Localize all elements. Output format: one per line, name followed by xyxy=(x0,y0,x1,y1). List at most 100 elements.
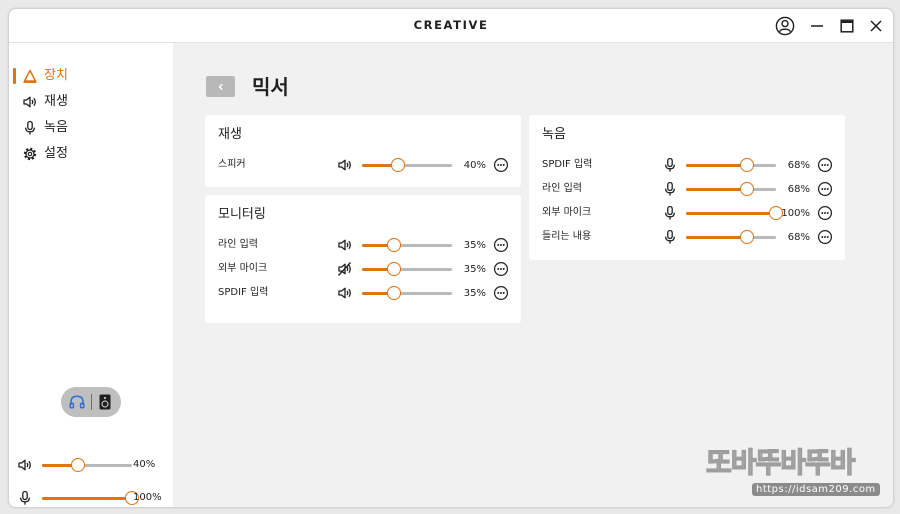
speaker-icon xyxy=(23,96,36,108)
mixer-row-what-u-hear: 들리는 내용 68% xyxy=(529,227,845,247)
microphone-icon xyxy=(24,120,36,135)
more-options-icon[interactable] xyxy=(493,157,509,173)
close-button[interactable] xyxy=(862,12,890,40)
external-mic-monitor-slider[interactable] xyxy=(362,262,452,276)
channel-label: SPDIF 입력 xyxy=(542,159,593,170)
microphone-icon xyxy=(19,490,31,505)
active-indicator xyxy=(13,68,16,84)
watermark: 또바뚜바뚜바 https://idsam209.com xyxy=(705,445,886,502)
page-title: 믹서 xyxy=(252,75,289,99)
microphone-icon[interactable] xyxy=(662,181,678,197)
more-options-icon[interactable] xyxy=(493,237,509,253)
master-mic-slider[interactable] xyxy=(42,491,139,505)
spdif-monitor-slider[interactable] xyxy=(362,286,452,300)
channel-label: 외부 마이크 xyxy=(542,207,592,218)
master-volume-value: 40% xyxy=(133,459,156,470)
channel-label: SPDIF 입력 xyxy=(218,287,269,298)
mixer-row-rec-spdif: SPDIF 입력 68% xyxy=(529,155,845,175)
speaker-slider[interactable] xyxy=(362,158,452,172)
maximize-icon xyxy=(840,19,854,33)
rec-spdif-slider[interactable] xyxy=(686,158,776,172)
mixer-row-rec-external-mic: 외부 마이크 100% xyxy=(529,203,845,223)
minimize-button[interactable] xyxy=(803,12,831,40)
headphones-icon[interactable] xyxy=(68,393,86,411)
channel-value: 35% xyxy=(463,288,486,299)
more-options-icon[interactable] xyxy=(817,229,833,245)
speaker-muted-icon[interactable] xyxy=(337,261,353,277)
more-options-icon[interactable] xyxy=(817,181,833,197)
brand-logo: CREATIVE xyxy=(413,18,489,32)
playback-card: 재생 스피커 40% xyxy=(205,115,521,187)
sidebar: 장치 재생 녹음 설정 40% 100% xyxy=(9,43,173,507)
sidebar-item-device[interactable]: 장치 xyxy=(9,65,173,87)
line-in-monitor-slider[interactable] xyxy=(362,238,452,252)
slider-thumb[interactable] xyxy=(71,458,85,472)
card-title: 녹음 xyxy=(542,127,566,142)
more-options-icon[interactable] xyxy=(817,157,833,173)
channel-label: 라인 입력 xyxy=(542,183,582,194)
speaker-icon[interactable] xyxy=(337,285,353,301)
more-options-icon[interactable] xyxy=(493,285,509,301)
rec-line-in-slider[interactable] xyxy=(686,182,776,196)
main-content: 믹서 재생 스피커 40% 모니터링 라인 입력 35% 외부 마이크 35% … xyxy=(173,43,893,507)
microphone-icon[interactable] xyxy=(662,229,678,245)
app-window: CREATIVE 장치 재생 녹음 설정 40% 100% 믹서 재생 스피커 … xyxy=(8,8,894,508)
speaker-box-icon[interactable] xyxy=(96,393,114,411)
speaker-icon xyxy=(18,459,31,471)
slider-thumb[interactable] xyxy=(740,230,755,244)
master-volume-slider[interactable] xyxy=(42,458,132,472)
maximize-button[interactable] xyxy=(833,12,861,40)
channel-label: 외부 마이크 xyxy=(218,263,268,274)
mixer-row-line-in: 라인 입력 35% xyxy=(205,235,521,255)
what-u-hear-slider[interactable] xyxy=(686,230,776,244)
chevron-left-icon xyxy=(218,83,223,90)
mixer-row-spdif-in: SPDIF 입력 35% xyxy=(205,283,521,303)
recording-card: 녹음 SPDIF 입력 68% 라인 입력 68% 외부 마이크 100% 들리… xyxy=(529,115,845,260)
slider-thumb[interactable] xyxy=(740,182,755,196)
more-options-icon[interactable] xyxy=(817,205,833,221)
monitoring-card: 모니터링 라인 입력 35% 외부 마이크 35% SPDIF 입력 35% xyxy=(205,195,521,323)
toggle-divider xyxy=(91,394,92,410)
device-icon xyxy=(23,69,37,84)
sidebar-item-playback[interactable]: 재생 xyxy=(9,91,173,113)
slider-thumb[interactable] xyxy=(386,238,401,252)
mixer-row-rec-line-in: 라인 입력 68% xyxy=(529,179,845,199)
slider-thumb[interactable] xyxy=(391,158,405,172)
account-button[interactable] xyxy=(771,12,799,40)
speaker-icon[interactable] xyxy=(337,237,353,253)
channel-value: 35% xyxy=(463,240,486,251)
sidebar-item-label: 재생 xyxy=(44,94,68,109)
slider-thumb[interactable] xyxy=(386,262,401,276)
back-button[interactable] xyxy=(206,76,235,97)
master-mic-value: 100% xyxy=(133,492,162,503)
channel-label: 라인 입력 xyxy=(218,239,258,250)
speaker-icon[interactable] xyxy=(337,157,353,173)
watermark-url: https://idsam209.com xyxy=(752,483,880,496)
card-title: 재생 xyxy=(218,127,242,142)
watermark-text: 또바뚜바뚜바 xyxy=(705,445,856,479)
channel-label: 스피커 xyxy=(218,159,246,170)
slider-thumb[interactable] xyxy=(386,286,401,300)
sidebar-item-settings[interactable]: 설정 xyxy=(9,143,173,165)
master-mic-row: 100% xyxy=(9,488,173,507)
sidebar-item-label: 녹음 xyxy=(44,120,68,135)
sidebar-item-recording[interactable]: 녹음 xyxy=(9,117,173,139)
more-options-icon[interactable] xyxy=(493,261,509,277)
card-title: 모니터링 xyxy=(218,207,266,222)
gear-icon xyxy=(23,147,37,161)
channel-value: 100% xyxy=(781,208,810,219)
microphone-icon[interactable] xyxy=(662,157,678,173)
mixer-row-speaker: 스피커 40% xyxy=(205,155,521,175)
channel-value: 35% xyxy=(463,264,486,275)
microphone-icon[interactable] xyxy=(662,205,678,221)
sidebar-item-label: 설정 xyxy=(44,146,68,161)
channel-value: 68% xyxy=(787,160,810,171)
slider-thumb[interactable] xyxy=(740,158,755,172)
close-icon xyxy=(870,20,882,32)
channel-value: 68% xyxy=(787,232,810,243)
channel-value: 40% xyxy=(463,160,486,171)
title-bar: CREATIVE xyxy=(9,9,893,43)
sidebar-item-label: 장치 xyxy=(44,68,68,83)
channel-label: 들리는 내용 xyxy=(542,231,592,242)
rec-external-mic-slider[interactable] xyxy=(686,206,783,220)
